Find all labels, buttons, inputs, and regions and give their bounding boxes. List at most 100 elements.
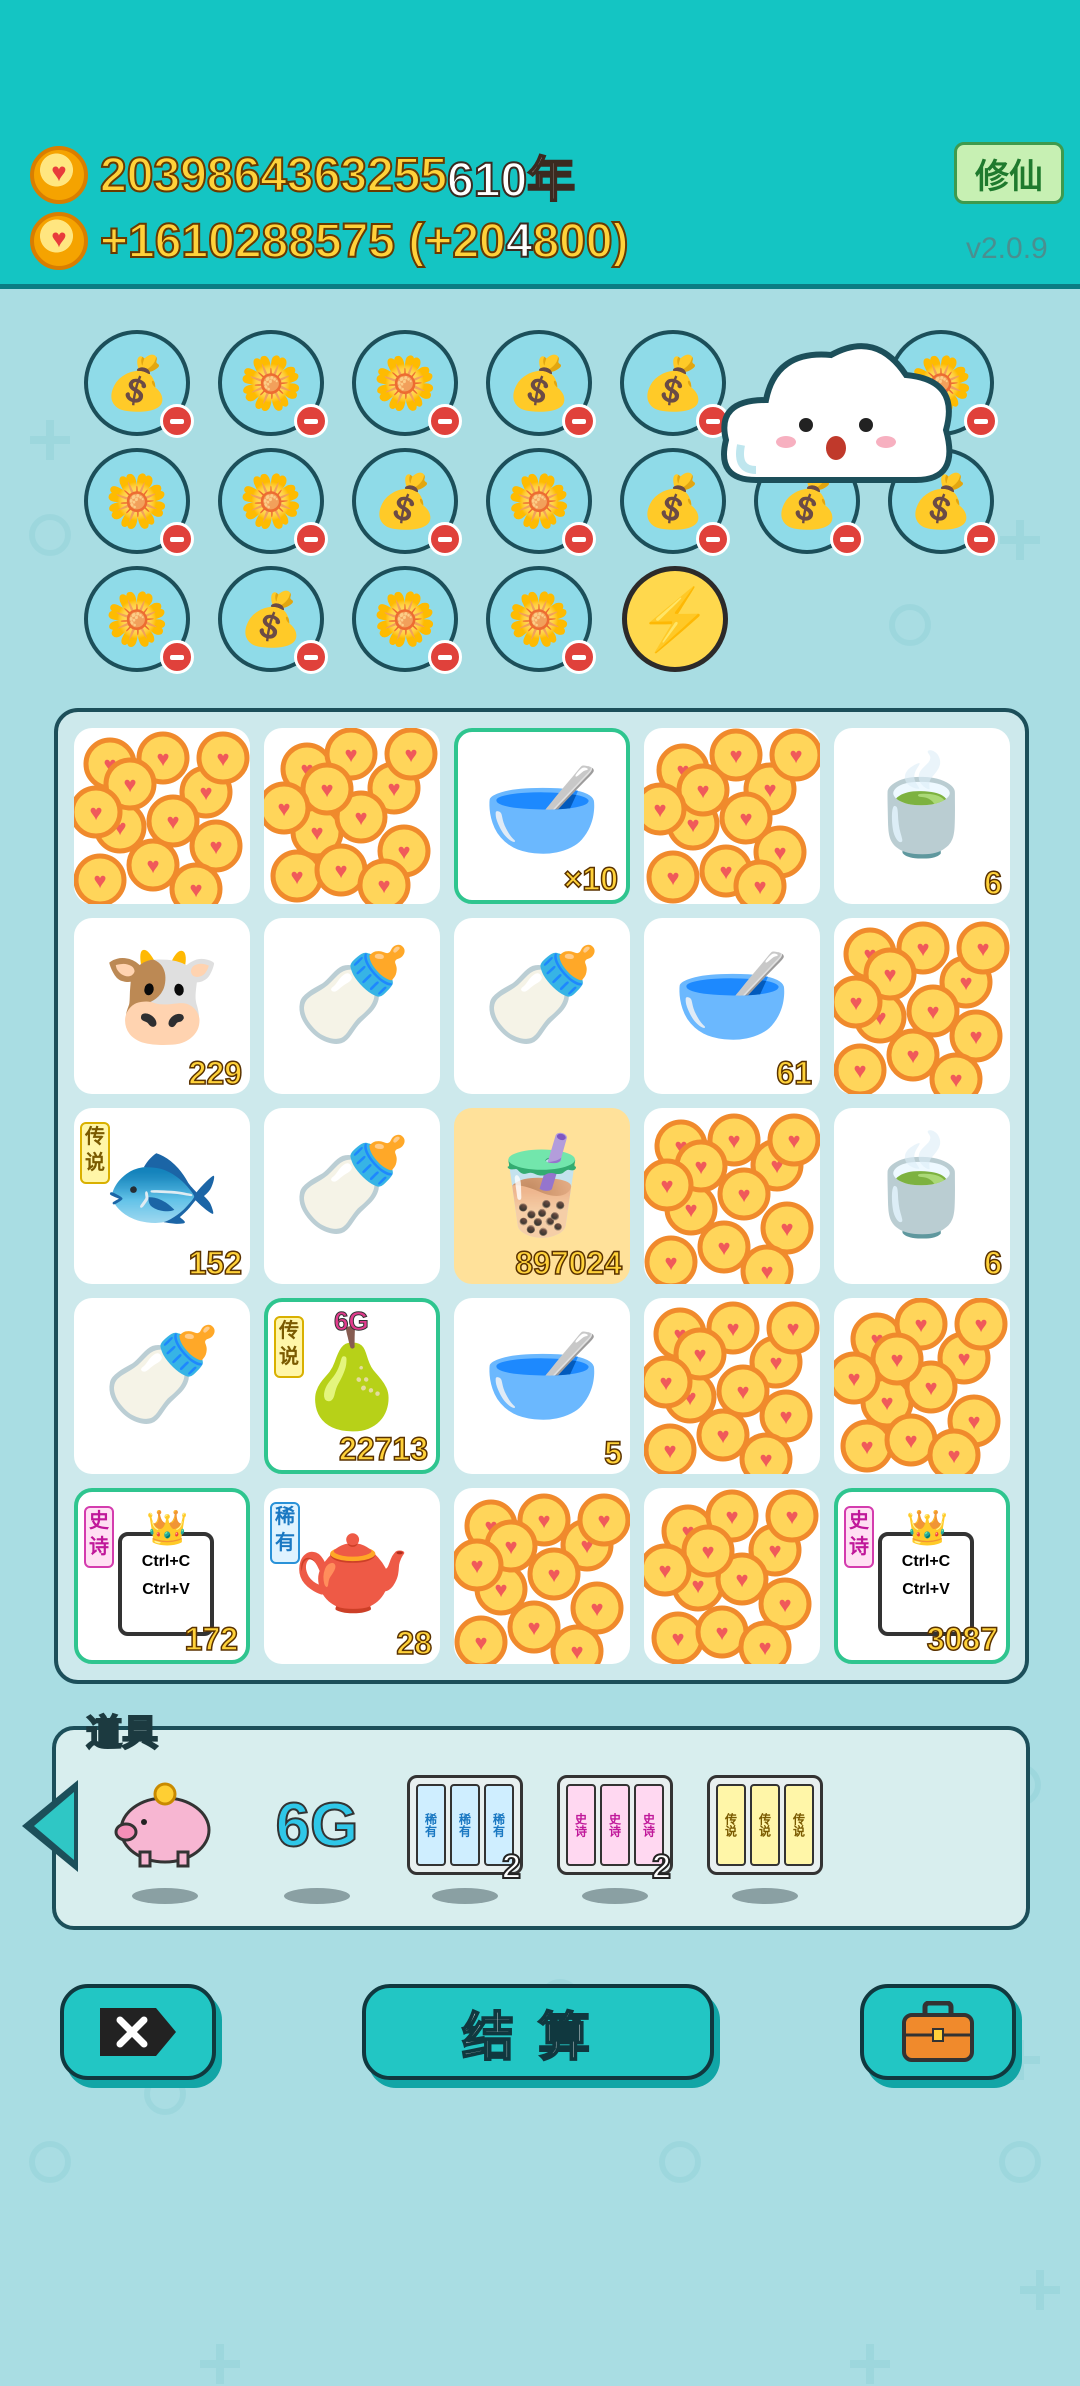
6g-text: 6G	[275, 1790, 360, 1861]
bag-icon[interactable]: 💰	[620, 330, 730, 438]
heart-icon: ♥	[527, 1615, 540, 1640]
board-cell[interactable]: ♥ ♥ ♥ ♥ ♥ ♥ ♥ ♥ ♥ ♥ ♥ ♥	[829, 918, 1010, 1106]
board-cell[interactable]: ♥ ♥ ♥ ♥ ♥ ♥ ♥ ♥ ♥ ♥ ♥ ♥	[450, 1488, 631, 1678]
board-cell[interactable]: ♥ ♥ ♥ ♥ ♥ ♥ ♥ ♥ ♥ ♥ ♥ ♥	[633, 728, 823, 913]
board-cell[interactable]: ♥ ♥ ♥ ♥ ♥ ♥ ♥ ♥ ♥ ♥ ♥ ♥	[640, 1108, 821, 1298]
board-cell[interactable]: 🍼	[264, 1108, 440, 1284]
heart-icon: ♥	[773, 840, 786, 865]
remove-icon[interactable]	[562, 404, 596, 438]
remove-icon[interactable]	[294, 640, 328, 674]
board-cell[interactable]: 🐮 229	[74, 918, 250, 1094]
board-cell[interactable]: Ctrl+C Ctrl+V 👑 史诗 3087	[834, 1488, 1010, 1664]
board-cell[interactable]: ♥ ♥ ♥ ♥ ♥ ♥ ♥ ♥ ♥ ♥ ♥ ♥	[69, 728, 250, 916]
board-cell[interactable]: ♥ ♥ ♥ ♥ ♥ ♥ ♥ ♥ ♥ ♥ ♥ ♥	[639, 1298, 820, 1486]
coin-burst: ♥♥♥♥♥♥♥♥♥♥♥♥	[640, 1113, 821, 1298]
settle-button[interactable]: 结算	[362, 1984, 714, 2080]
heart-icon: ♥	[789, 743, 802, 768]
board-cell[interactable]: 🍼	[74, 1298, 250, 1474]
heart-icon: ♥	[660, 1173, 673, 1198]
board-cell[interactable]: 🥣 ×10	[454, 728, 630, 904]
board-cell[interactable]: 🐟 传说 152	[74, 1108, 250, 1284]
cow-icon: 🐮	[102, 942, 222, 1049]
heart-icon: ♥	[590, 1596, 603, 1621]
flower-pot-icon[interactable]: 🌼	[486, 566, 596, 674]
board-cell[interactable]: 🍵 6	[834, 728, 1010, 904]
remove-icon[interactable]	[964, 522, 998, 556]
bubble-tea-cup-icon: 🧋	[482, 1132, 602, 1239]
heart-icon: ♥	[739, 806, 752, 831]
board-cell[interactable]: ♥ ♥ ♥ ♥ ♥ ♥ ♥ ♥ ♥ ♥ ♥ ♥	[827, 1297, 1010, 1482]
coin-burst: ♥♥♥♥♥♥♥♥♥♥♥♥	[633, 728, 823, 913]
heart-icon: ♥	[658, 1558, 671, 1583]
bag-icon[interactable]: 💰	[352, 448, 462, 556]
flower-pot-icon[interactable]: 🌼	[352, 566, 462, 674]
board-cell[interactable]: 🍼	[454, 918, 630, 1094]
rarity-tag: 史诗	[844, 1506, 874, 1568]
flower-pot-icon[interactable]: 🌼	[84, 448, 194, 556]
xiuxian-button[interactable]: 修仙	[954, 142, 1064, 204]
remove-icon[interactable]	[696, 522, 730, 556]
heart-icon: ♥	[671, 1626, 684, 1651]
remove-icon[interactable]	[428, 640, 462, 674]
flower-pot-icon[interactable]: 🌼	[218, 330, 328, 438]
board-cell[interactable]: 🍼	[264, 918, 440, 1094]
6g-icon[interactable]: 6G	[262, 1770, 372, 1880]
board-cell[interactable]: 🥣 5	[454, 1298, 630, 1474]
heart-icon: ♥	[726, 1316, 739, 1341]
heart-icon: ♥	[760, 1259, 773, 1284]
remove-icon[interactable]	[294, 522, 328, 556]
remove-icon[interactable]	[428, 404, 462, 438]
board-cell[interactable]: ♥ ♥ ♥ ♥ ♥ ♥ ♥ ♥ ♥ ♥ ♥ ♥	[257, 727, 440, 912]
flower-pot-icon[interactable]: 🌼	[352, 330, 462, 438]
board-cell[interactable]: ♥ ♥ ♥ ♥ ♥ ♥ ♥ ♥ ♥ ♥ ♥ ♥	[638, 1488, 820, 1674]
settle-button-label: 结算	[461, 2008, 614, 2068]
flower-pot-icon[interactable]: 🌼	[84, 566, 194, 674]
board-cell[interactable]: 🍐 传说 6G 22713	[264, 1298, 440, 1474]
bag-icon[interactable]: 💰	[620, 448, 730, 556]
remove-icon[interactable]	[160, 522, 194, 556]
legend-card-pack-icon[interactable]: 传说 传说 传说	[707, 1770, 823, 1880]
remove-icon[interactable]	[428, 522, 462, 556]
board-cell[interactable]: 🫖 稀有 28	[264, 1488, 440, 1664]
bag-icon[interactable]: 💰	[84, 330, 194, 438]
heart-icon: ♥	[716, 1423, 729, 1448]
epic-card-pack-count: 2	[651, 1847, 672, 1887]
scroll-left-arrow[interactable]	[22, 1780, 78, 1872]
heart-icon: ♥	[653, 797, 666, 822]
tea-bowl-icon: 🍵	[862, 1132, 982, 1239]
heart-icon: ♥	[216, 746, 229, 771]
heart-icon: ♥	[786, 1316, 799, 1341]
heart-icon: ♥	[397, 839, 410, 864]
heart-icon: ♥	[737, 1182, 750, 1207]
merge-board: ♥ ♥ ♥ ♥ ♥ ♥ ♥ ♥ ♥ ♥ ♥ ♥ ♥ ♥ ♥ ♥ ♥ ♥ ♥ ♥ ♥ ♥ ♥ ♥ 🥣 ×10 ♥ ♥ ♥ ♥ ♥ ♥ ♥ ♥ ♥ ♥ ♥ ♥…	[54, 708, 1029, 1684]
lightning-icon[interactable]: ⚡	[622, 566, 728, 672]
bag-icon[interactable]: 💰	[486, 330, 596, 438]
remove-icon[interactable]	[562, 522, 596, 556]
heart-icon: ♥	[957, 1346, 970, 1371]
heart-icon: ♥	[334, 858, 347, 883]
piggy-bank-icon[interactable]	[110, 1770, 220, 1880]
board-cell[interactable]: Ctrl+C Ctrl+V 👑 史诗 172	[74, 1488, 250, 1664]
inventory-button[interactable]	[860, 1984, 1016, 2080]
remove-icon[interactable]	[294, 404, 328, 438]
bag-icon[interactable]: 💰	[218, 566, 328, 674]
tool-shadow	[284, 1888, 350, 1904]
ctrl-c-label: Ctrl+C	[141, 1553, 191, 1570]
heart-icon: ♥	[693, 1342, 706, 1367]
remove-icon[interactable]	[830, 522, 864, 556]
board-cell[interactable]: 🥣 61	[644, 918, 820, 1094]
heart-icon: ♥	[880, 1390, 893, 1415]
flower-pot-icon[interactable]: 🌼	[486, 448, 596, 556]
board-cell[interactable]: 🍵 6	[834, 1108, 1010, 1284]
remove-icon[interactable]	[160, 404, 194, 438]
coin-burst: ♥♥♥♥♥♥♥♥♥♥♥♥	[257, 727, 438, 912]
board-cell[interactable]: 🧋 897024	[454, 1108, 630, 1284]
remove-icon[interactable]	[964, 404, 998, 438]
discard-button[interactable]	[60, 1984, 216, 2080]
remove-icon[interactable]	[160, 640, 194, 674]
heart-icon: ♥	[974, 1312, 987, 1337]
remove-icon[interactable]	[562, 640, 596, 674]
flower-pot-icon[interactable]: 🌼	[218, 448, 328, 556]
tools-label: 道具	[85, 1711, 159, 1754]
gold-rate-value: +1610288575 (+20	[99, 214, 507, 269]
